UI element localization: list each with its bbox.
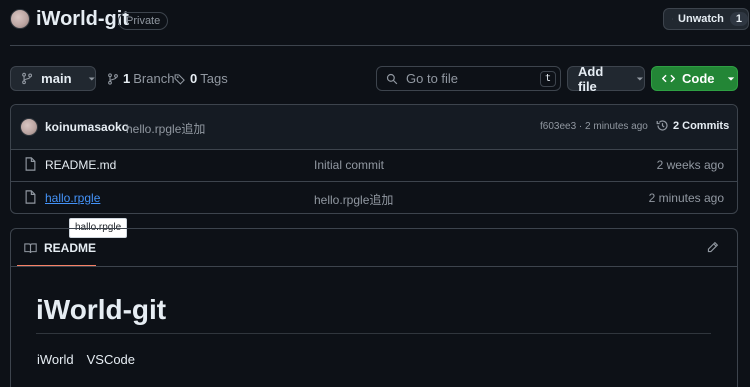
git-branch-icon — [22, 72, 33, 85]
tag-icon — [174, 73, 185, 85]
add-file-label: Add file — [578, 63, 604, 94]
go-to-file-input[interactable]: Go to file t — [376, 66, 561, 91]
eye-icon — [672, 18, 674, 20]
file-commit-message[interactable]: Initial commit — [314, 158, 384, 172]
branch-name: main — [41, 71, 72, 86]
branch-selector[interactable]: main — [10, 66, 96, 91]
commit-message[interactable]: hello.rpgle追加 — [126, 120, 205, 137]
file-icon — [25, 190, 36, 204]
readme-heading-divider — [36, 333, 711, 334]
readme-header-divider — [11, 266, 737, 267]
tag-count: 0 — [190, 71, 198, 86]
readme-body-text: iWorld VSCode — [37, 352, 136, 367]
commits-label: Commits — [682, 119, 730, 132]
readme-tab-label: README — [44, 241, 97, 255]
file-name[interactable]: hallo.rpgle — [45, 191, 100, 205]
history-icon — [656, 120, 668, 131]
caret-down-icon — [637, 76, 644, 81]
readme-tab[interactable]: README — [24, 241, 96, 255]
commit-sha-time[interactable]: f603ee3 · 2 minutes ago — [540, 121, 648, 132]
watch-count: 1 — [729, 12, 748, 26]
commit-author[interactable]: koinumasaoko — [45, 120, 129, 134]
owner-avatar[interactable] — [10, 9, 30, 29]
caret-down-icon — [88, 77, 95, 80]
table-row[interactable]: hallo.rpgle hello.rpgle追加 2 minutes ago — [11, 182, 737, 213]
search-shortcut-key: t — [540, 70, 556, 87]
readme-heading: iWorld-git — [36, 294, 167, 325]
branches-link[interactable]: 1 Branch — [107, 71, 174, 86]
table-row[interactable]: README.md Initial commit 2 weeks ago — [11, 150, 737, 181]
commits-link[interactable]: 2 Commits — [656, 119, 729, 132]
caret-down-icon — [727, 76, 734, 81]
code-icon — [662, 74, 675, 83]
pencil-icon[interactable] — [706, 241, 719, 254]
commit-count: 2 — [673, 119, 680, 132]
unwatch-button[interactable]: Unwatch 1 — [663, 8, 749, 30]
visibility-badge: Private — [118, 12, 169, 30]
file-commit-time: 2 weeks ago — [656, 158, 724, 172]
repo-title[interactable]: iWorld-git — [36, 8, 129, 31]
file-name[interactable]: README.md — [45, 158, 116, 172]
code-button[interactable]: Code — [651, 66, 738, 91]
file-commit-time: 2 minutes ago — [648, 191, 724, 205]
author-avatar[interactable] — [20, 118, 38, 136]
tags-link[interactable]: 0 Tags — [174, 71, 228, 86]
tag-label: Tags — [200, 71, 228, 86]
code-label: Code — [682, 71, 715, 86]
unwatch-label: Unwatch — [678, 13, 724, 25]
branch-count: 1 — [123, 71, 131, 86]
file-icon — [25, 157, 36, 171]
search-placeholder: Go to file — [406, 71, 459, 86]
book-icon — [24, 243, 37, 253]
file-commit-message[interactable]: hello.rpgle追加 — [314, 191, 393, 208]
git-branch-icon — [108, 72, 118, 85]
header-divider — [10, 45, 750, 46]
add-file-button[interactable]: Add file — [567, 63, 645, 94]
branch-label: Branch — [133, 71, 175, 86]
search-icon — [386, 73, 398, 84]
